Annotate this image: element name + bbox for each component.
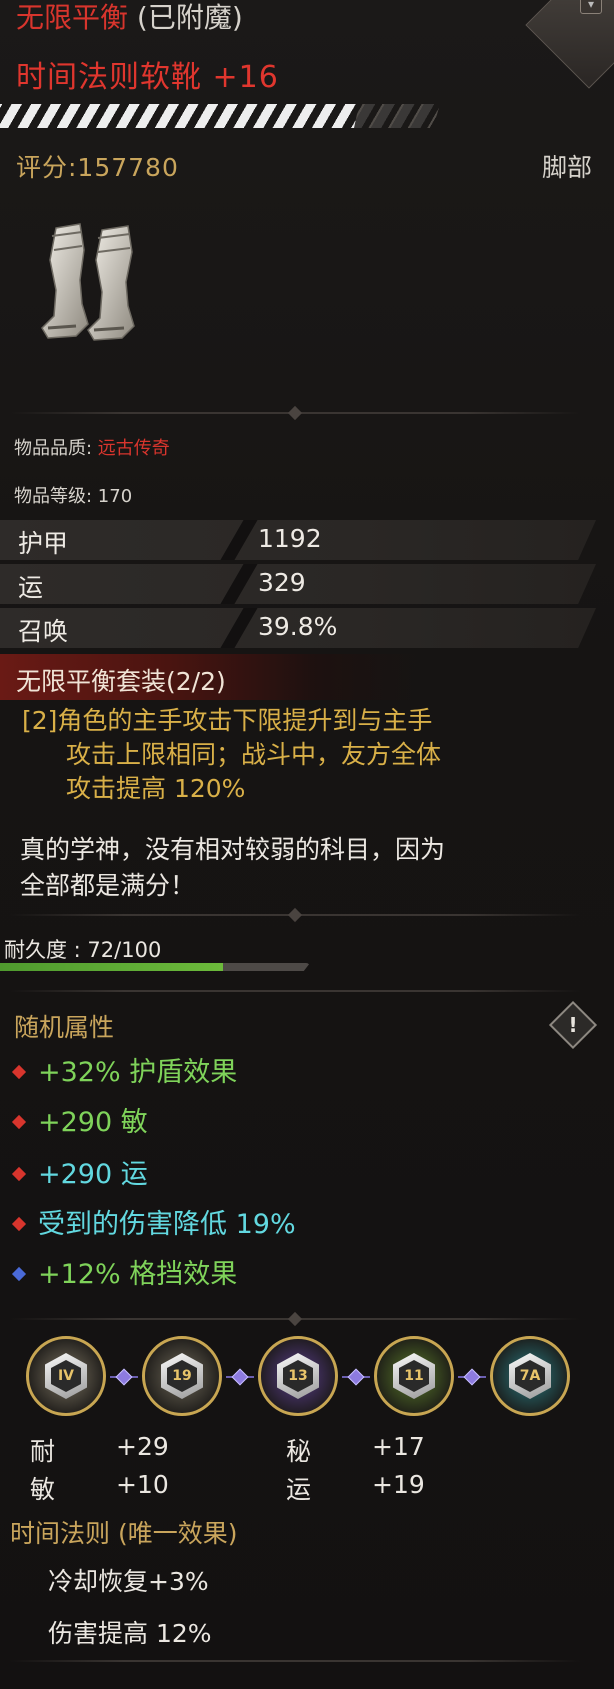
equip-slot: 脚部 (541, 153, 592, 182)
random-attribute-item: +32% 护盾效果 (11, 1050, 238, 1089)
durability-bar (0, 963, 310, 971)
gem-glyph: 13 (283, 1360, 313, 1392)
set-bonus-title: 无限平衡套装(2/2) (16, 667, 226, 696)
item-level: 物品等级: 170 (14, 486, 133, 507)
gem-glyph: IV (51, 1360, 81, 1392)
random-attribute-item: +290 运 (11, 1152, 148, 1191)
flavor-text: 真的学神，没有相对较弱的科目，因为 全部都是满分！ (20, 832, 590, 904)
item-tooltip-panel: ▾ 无限平衡 (已附魔) 时间法则软靴 +16 评分:157780 脚部 物品品… (0, 0, 614, 1689)
affix-text: +290 敏 (38, 1107, 148, 1138)
stat-value: 1192 (258, 524, 322, 553)
random-attribute-item: +12% 格挡效果 (11, 1252, 238, 1291)
gem-stat-name: 运 (286, 1475, 312, 1504)
item-quality-label: 物品品质: (14, 438, 98, 459)
gem-purple-icon[interactable]: 13 (258, 1336, 338, 1416)
random-attribute-item: 受到的伤害降低 19% (11, 1202, 296, 1241)
item-score: 评分:157780 (16, 153, 179, 182)
durability-fill (0, 963, 224, 971)
gem-silver-icon[interactable]: IV (26, 1336, 106, 1416)
section-divider (10, 1660, 580, 1662)
stat-name: 召唤 (18, 617, 69, 646)
set-bonus-line: 攻击提高 120% (66, 774, 246, 803)
set-bonus-line: 攻击上限相同；战斗中，友方全体 (66, 740, 442, 769)
time-law-title: 时间法则 (唯一效果) (10, 1519, 238, 1548)
gem-stat-name: 秘 (286, 1437, 312, 1466)
section-divider (10, 907, 580, 923)
random-attributes-title: 随机属性 (14, 1013, 115, 1042)
section-divider (10, 990, 580, 992)
affix-text: 受到的伤害降低 19% (38, 1209, 296, 1240)
upgrade-progress-remaining (354, 104, 440, 128)
time-law-effect: 伤害提高 12% (48, 1619, 212, 1648)
gem-glyph: 7A (515, 1360, 545, 1392)
stat-name: 运 (18, 573, 44, 602)
scroll-down-icon[interactable]: ▾ (580, 0, 602, 14)
gem-stat-value: +29 (116, 1432, 169, 1461)
gem-stat-name: 耐 (30, 1437, 56, 1466)
flavor-line: 全部都是满分！ (20, 871, 196, 900)
socket-link-icon (342, 1368, 370, 1386)
stat-row-summon: 召唤 39.8% (0, 608, 600, 648)
stat-row-armor: 护甲 1192 (0, 520, 600, 560)
enchant-tag: (已附魔) (136, 1, 243, 34)
gem-green-icon[interactable]: 11 (374, 1336, 454, 1416)
set-bonus-description: [2]角色的主手攻击下限提升到与主手 攻击上限相同；战斗中，友方全体 攻击提高 … (22, 704, 582, 806)
affix-text: +32% 护盾效果 (38, 1057, 238, 1088)
gem-glyph: 19 (167, 1360, 197, 1392)
durability-label: 耐久度 : 72/100 (4, 938, 162, 962)
set-bonus-line: [2]角色的主手攻击下限提升到与主手 (22, 706, 433, 735)
flavor-line: 真的学神，没有相对较弱的科目，因为 (20, 835, 446, 864)
random-attribute-item: +290 敏 (11, 1100, 148, 1139)
item-name: 时间法则软靴 +16 (16, 60, 279, 95)
item-quality-value: 远古传奇 (97, 438, 170, 459)
gem-stat-value: +10 (116, 1470, 169, 1499)
affix-gem-icon (11, 1216, 27, 1232)
affix-gem-icon (11, 1064, 27, 1080)
gem-stat-value: +17 (372, 1432, 425, 1461)
set-name-header: 无限平衡 (已附魔) (16, 0, 243, 36)
gem-stat-value: +19 (372, 1470, 425, 1499)
stat-value: 329 (258, 568, 306, 597)
socket-link-icon (458, 1368, 486, 1386)
socket-link-icon (226, 1368, 254, 1386)
gem-silver-icon[interactable]: 19 (142, 1336, 222, 1416)
gem-glyph: 11 (399, 1360, 429, 1392)
boots-icon (41, 223, 135, 341)
affix-gem-icon (11, 1266, 27, 1282)
warning-icon[interactable]: ! (548, 1000, 598, 1050)
socket-link-icon (110, 1368, 138, 1386)
affix-gem-icon (11, 1114, 27, 1130)
gem-socket-row: IV 19 13 11 7A (0, 1336, 614, 1426)
affix-gem-icon (11, 1166, 27, 1182)
time-law-effect: 冷却恢复+3% (48, 1567, 209, 1596)
gem-teal-icon[interactable]: 7A (490, 1336, 570, 1416)
stat-value: 39.8% (258, 612, 338, 641)
affix-text: +290 运 (38, 1159, 148, 1190)
stat-row-luck: 运 329 (0, 564, 600, 604)
item-quality: 物品品质: 远古传奇 (14, 434, 170, 460)
stat-name: 护甲 (18, 529, 69, 558)
affix-text: +12% 格挡效果 (38, 1259, 238, 1290)
section-divider (10, 1311, 580, 1327)
section-divider (10, 405, 580, 421)
set-name: 无限平衡 (16, 1, 129, 34)
gem-stat-name: 敏 (30, 1475, 56, 1504)
